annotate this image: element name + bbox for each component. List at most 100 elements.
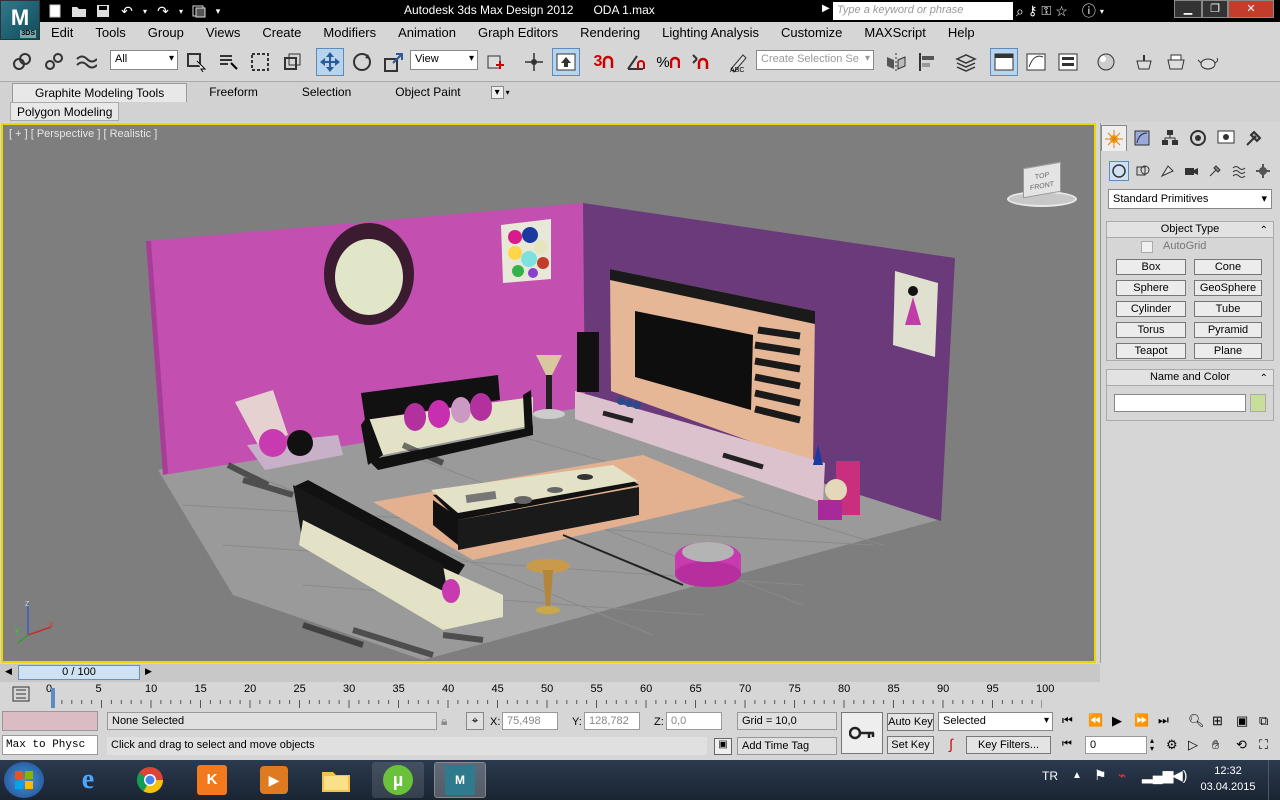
object-name-input[interactable] bbox=[1114, 394, 1246, 412]
frame-spinner-icon[interactable]: ▴ ▾ bbox=[1150, 737, 1154, 753]
key-filters-button[interactable]: Key Filters... bbox=[966, 736, 1051, 754]
tab-object-paint[interactable]: Object Paint bbox=[373, 83, 482, 102]
menu-edit[interactable]: Edit bbox=[40, 25, 84, 40]
x-coordinate-field[interactable]: 75,498 bbox=[502, 712, 558, 730]
render-setup-icon[interactable] bbox=[1130, 48, 1158, 76]
name-and-color-rollout-header[interactable]: Name and Color bbox=[1107, 370, 1273, 386]
maxscript-mini-listener-pink[interactable] bbox=[2, 711, 98, 731]
time-tag-icon[interactable]: ▣ bbox=[714, 738, 732, 755]
box-button[interactable]: Box bbox=[1116, 259, 1186, 275]
file-explorer-icon[interactable] bbox=[310, 762, 362, 798]
object-color-swatch[interactable] bbox=[1250, 394, 1266, 412]
selection-filter-dropdown[interactable]: All bbox=[110, 50, 178, 70]
reference-coordinate-dropdown[interactable]: View bbox=[410, 50, 478, 70]
viewcube-top-label[interactable]: TOP bbox=[1035, 172, 1049, 181]
key-icon[interactable]: ⚷ bbox=[1028, 3, 1038, 19]
utorrent-icon[interactable]: µ bbox=[372, 762, 424, 798]
track-bar[interactable]: 0 5 10 15 20 25 30 35 40 45 50 55 60 65 70 75 80 85 90 95 10… bbox=[0, 682, 1100, 708]
field-of-view-icon[interactable]: ▷ bbox=[1188, 737, 1198, 753]
orbit-icon[interactable]: ⟲ bbox=[1236, 737, 1247, 753]
edit-named-selection-icon[interactable]: ABC bbox=[724, 48, 752, 76]
current-frame-field[interactable]: 0 bbox=[1085, 736, 1147, 754]
absolute-relative-toggle-icon[interactable]: ⌖ bbox=[466, 712, 484, 730]
volume-icon[interactable]: ◀︎) bbox=[1172, 767, 1187, 784]
redo-dropdown-icon[interactable]: ▾ bbox=[176, 1, 186, 21]
schematic-view-icon[interactable] bbox=[1054, 48, 1082, 76]
geometry-category-icon[interactable] bbox=[1109, 161, 1129, 181]
graphite-toggle-icon[interactable] bbox=[990, 48, 1018, 76]
cameras-category-icon[interactable] bbox=[1181, 161, 1201, 181]
y-coordinate-field[interactable]: 128,782 bbox=[584, 712, 640, 730]
close-button[interactable]: ✕ bbox=[1228, 0, 1274, 18]
current-time-marker[interactable] bbox=[51, 688, 55, 708]
pivot-center-icon[interactable] bbox=[482, 48, 510, 76]
default-in-out-tangents-icon[interactable]: ∫ bbox=[940, 736, 962, 754]
viewport-label[interactable]: [ + ] [ Perspective ] [ Realistic ] bbox=[9, 128, 157, 140]
action-center-flag-icon[interactable]: ⚑ bbox=[1094, 767, 1107, 784]
pyramid-button[interactable]: Pyramid bbox=[1194, 322, 1262, 338]
search-input[interactable]: Type a keyword or phrase bbox=[833, 2, 1013, 20]
named-selection-dropdown[interactable]: Create Selection Se bbox=[756, 50, 874, 70]
application-menu-button[interactable]: M 3DS bbox=[0, 0, 40, 40]
media-player-icon[interactable]: ▶ bbox=[248, 762, 300, 798]
go-to-start-icon[interactable]: ⏮ bbox=[1062, 713, 1073, 728]
undo-icon[interactable]: ↶ bbox=[116, 1, 138, 21]
rendered-frame-window-icon[interactable] bbox=[1162, 48, 1190, 76]
kmplayer-icon[interactable]: K bbox=[186, 762, 238, 798]
key-mode-toggle-icon[interactable]: ⏮ bbox=[1062, 738, 1072, 751]
create-tab-icon[interactable] bbox=[1101, 125, 1127, 151]
menu-help[interactable]: Help bbox=[937, 25, 986, 40]
ribbon-options-dropdown-icon[interactable]: ▾ bbox=[490, 85, 504, 99]
viewcube[interactable]: TOP FRONT bbox=[1007, 161, 1077, 213]
cone-button[interactable]: Cone bbox=[1194, 259, 1262, 275]
spinner-snap-icon[interactable] bbox=[686, 48, 714, 76]
key-mode-dropdown[interactable]: Selected bbox=[938, 712, 1053, 731]
show-desktop-button[interactable] bbox=[1268, 760, 1280, 800]
maximize-viewport-icon[interactable]: ⛶ bbox=[1259, 737, 1268, 753]
geosphere-button[interactable]: GeoSphere bbox=[1194, 280, 1262, 296]
material-editor-icon[interactable] bbox=[1092, 48, 1120, 76]
previous-frame-icon[interactable]: ⏪ bbox=[1088, 713, 1103, 727]
set-key-button[interactable]: Set Key bbox=[887, 736, 934, 754]
restore-button[interactable]: ❐ bbox=[1202, 0, 1228, 18]
system-clock[interactable]: 12:32 03.04.2015 bbox=[1196, 763, 1260, 795]
help-icon[interactable]: ⓘ bbox=[1082, 1, 1096, 21]
menu-graph-editors[interactable]: Graph Editors bbox=[467, 25, 569, 40]
menu-rendering[interactable]: Rendering bbox=[569, 25, 651, 40]
select-object-icon[interactable] bbox=[182, 48, 210, 76]
select-and-rotate-icon[interactable] bbox=[348, 48, 376, 76]
motion-tab-icon[interactable] bbox=[1185, 125, 1211, 151]
rectangular-selection-region-icon[interactable] bbox=[246, 48, 274, 76]
zoom-extents-all-icon[interactable]: ⧉ bbox=[1259, 713, 1268, 729]
chrome-icon[interactable] bbox=[124, 762, 176, 798]
layer-manager-icon[interactable] bbox=[952, 48, 980, 76]
menu-animation[interactable]: Animation bbox=[387, 25, 467, 40]
helpers-category-icon[interactable] bbox=[1205, 161, 1225, 181]
tube-button[interactable]: Tube bbox=[1194, 301, 1262, 317]
save-icon[interactable] bbox=[92, 1, 114, 21]
selection-lock-icon[interactable]: 🔒︎ bbox=[441, 714, 447, 729]
zoom-extents-icon[interactable]: ▣ bbox=[1236, 713, 1248, 729]
mirror-icon[interactable] bbox=[882, 48, 910, 76]
percent-snap-icon[interactable]: % bbox=[654, 48, 682, 76]
maxscript-mini-listener[interactable]: Max to Physc bbox=[2, 735, 98, 755]
space-warps-category-icon[interactable] bbox=[1229, 161, 1249, 181]
autogrid-checkbox[interactable] bbox=[1141, 241, 1153, 253]
redo-icon[interactable]: ↷ bbox=[152, 1, 174, 21]
next-frame-icon[interactable]: ⏩ bbox=[1134, 713, 1149, 727]
viewcube-front-label[interactable]: FRONT bbox=[1030, 181, 1054, 192]
menu-customize[interactable]: Customize bbox=[770, 25, 853, 40]
angle-snap-icon[interactable] bbox=[622, 48, 650, 76]
plane-button[interactable]: Plane bbox=[1194, 343, 1262, 359]
window-crossing-icon[interactable] bbox=[278, 48, 306, 76]
snaps-toggle-icon[interactable]: 3 bbox=[590, 48, 618, 76]
menu-create[interactable]: Create bbox=[251, 25, 312, 40]
link-icon[interactable] bbox=[8, 48, 36, 76]
select-by-name-icon[interactable] bbox=[214, 48, 242, 76]
exchange-icon[interactable]: ⚿ bbox=[1041, 3, 1051, 19]
unlink-icon[interactable] bbox=[40, 48, 68, 76]
cylinder-button[interactable]: Cylinder bbox=[1116, 301, 1186, 317]
systems-category-icon[interactable] bbox=[1253, 161, 1273, 181]
set-key-mode-key-icon[interactable] bbox=[841, 712, 883, 754]
select-and-move-icon[interactable] bbox=[316, 48, 344, 76]
